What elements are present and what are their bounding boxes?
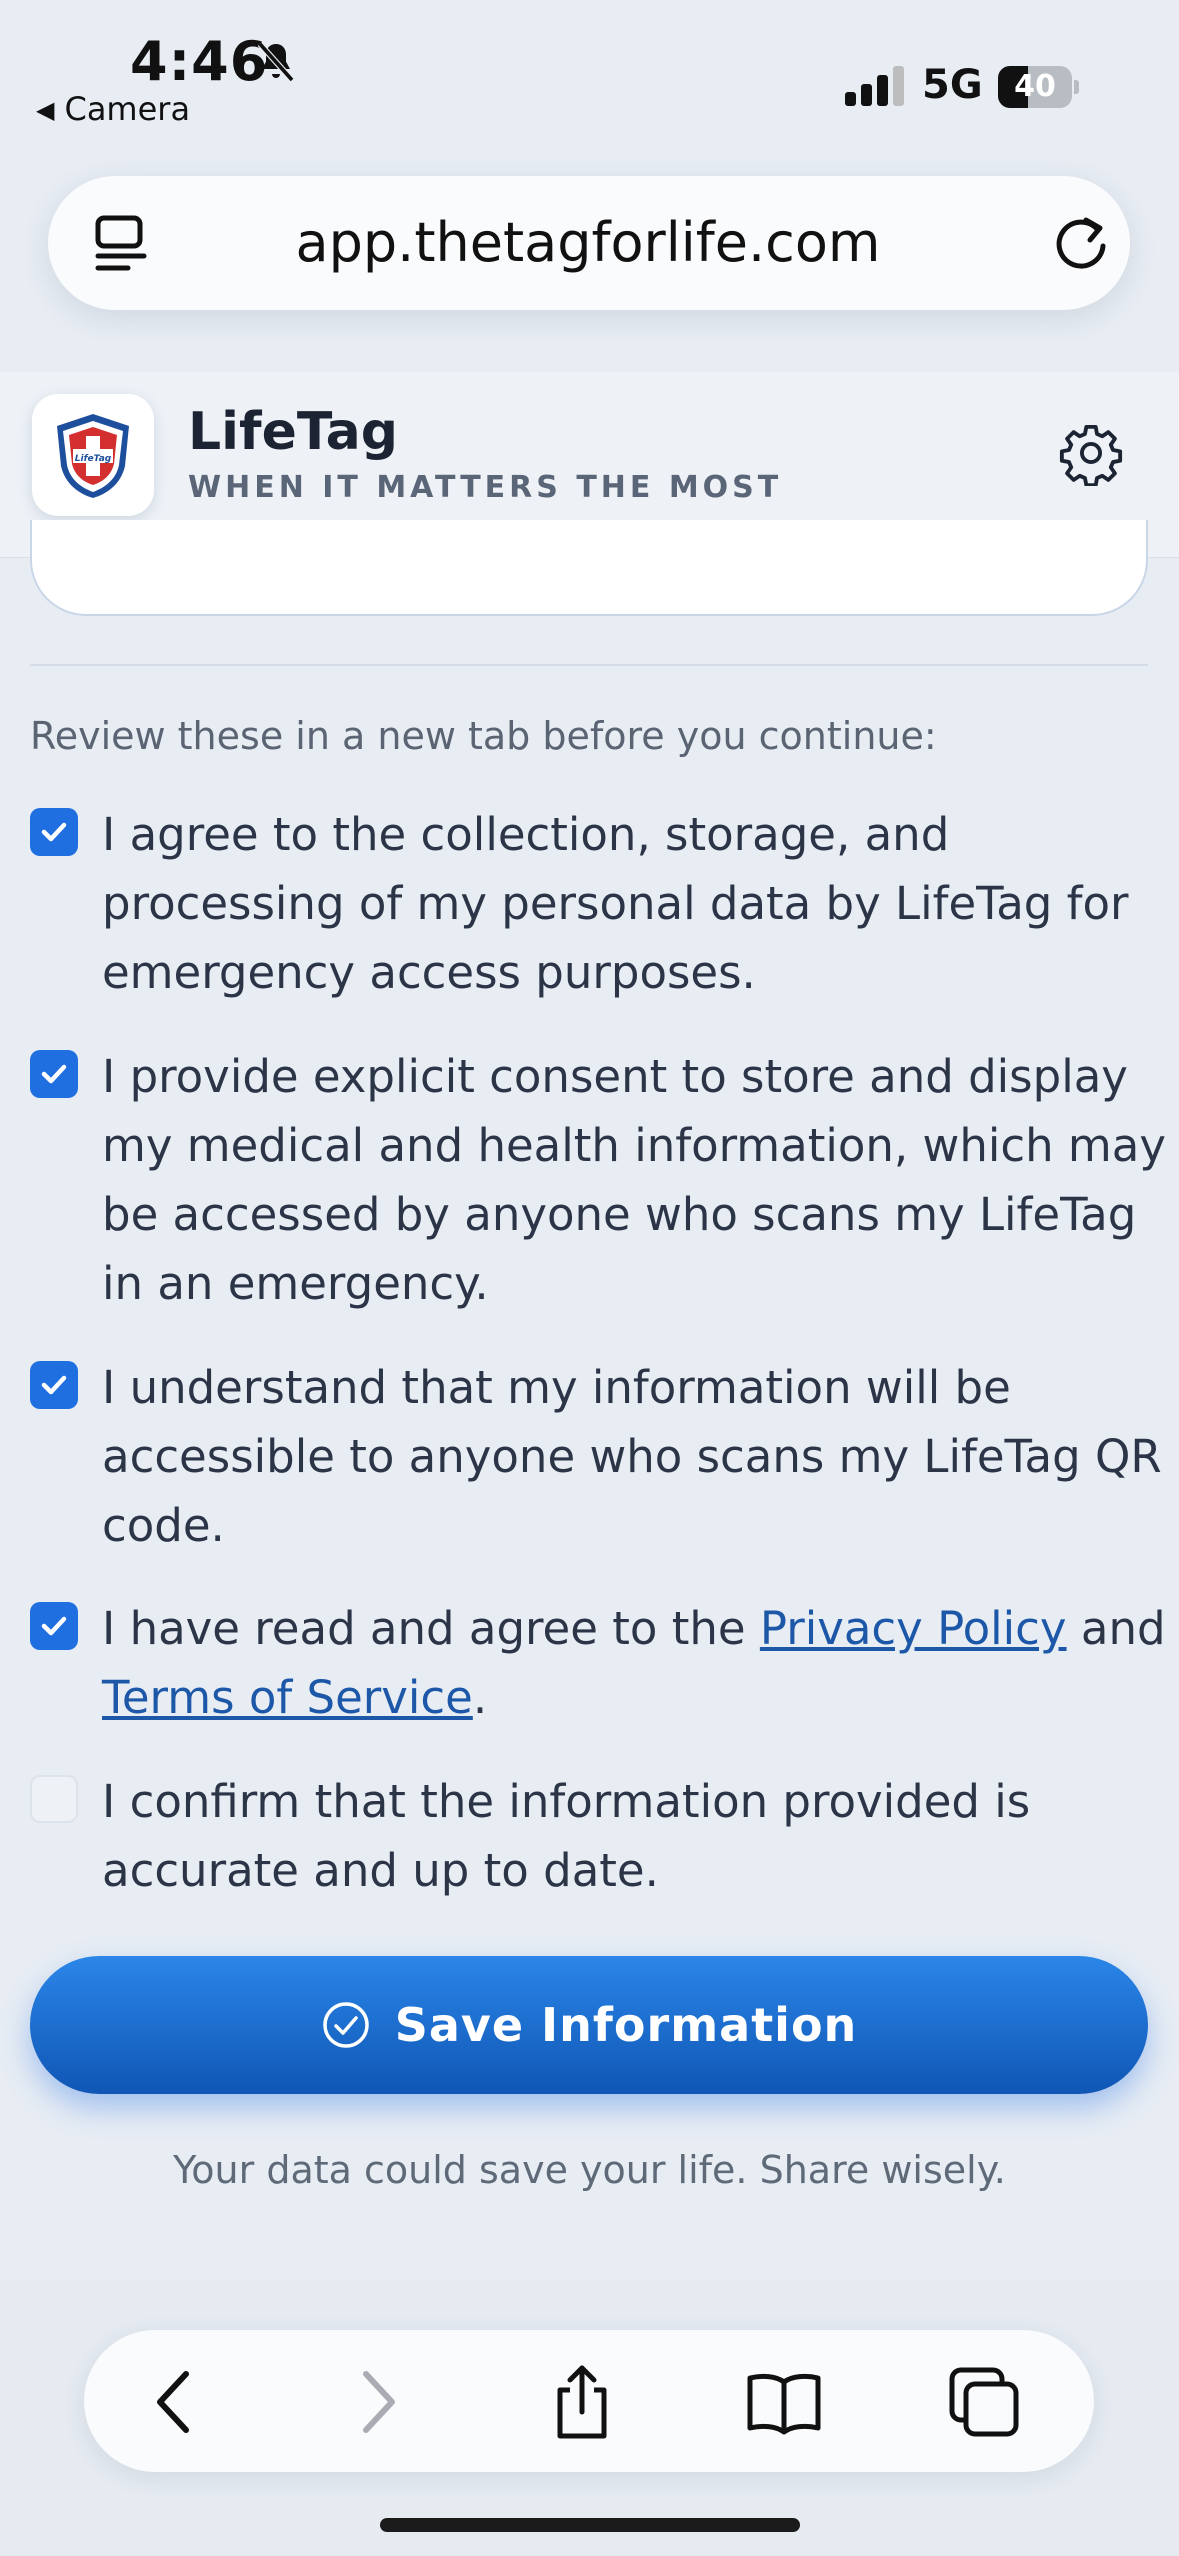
- consent-text-4-middle: and: [1066, 1602, 1166, 1655]
- cellular-signal-icon: [845, 66, 904, 106]
- consent-checkbox-4[interactable]: [30, 1602, 78, 1650]
- battery-icon: 40: [998, 66, 1079, 108]
- back-triangle-icon: ◀: [36, 96, 55, 124]
- lifetag-logo[interactable]: LifeTag: [32, 394, 154, 516]
- checkmark-icon: [41, 1375, 67, 1395]
- checkmark-icon: [41, 1064, 67, 1084]
- check-circle-icon: [322, 2002, 369, 2048]
- status-bar: 4:46 ◀ Camera 5G 40: [0, 0, 1179, 150]
- previous-card-bottom: [30, 520, 1148, 616]
- footer-note: Your data could save your life. Share wi…: [173, 2148, 1006, 2192]
- consent-text-5: I confirm that the information provided …: [102, 1775, 1031, 1897]
- review-instructions: Review these in a new tab before you con…: [30, 714, 937, 758]
- consent-text-1: I agree to the collection, storage, and …: [102, 808, 1129, 999]
- chevron-left-icon: [157, 2371, 189, 2433]
- bell-muted-icon: [257, 42, 295, 82]
- consent-text-4-before: I have read and agree to the: [102, 1602, 760, 1655]
- address-bar[interactable]: app.thetagforlife.com: [48, 176, 1130, 310]
- consent-checkbox-1[interactable]: [30, 808, 78, 856]
- brand-name: LifeTag: [188, 402, 398, 462]
- browser-toolbar: [84, 2330, 1094, 2472]
- home-indicator: [380, 2518, 800, 2532]
- tabs-icon: [949, 2367, 1019, 2437]
- page-menu-icon[interactable]: [88, 210, 154, 276]
- forward-button[interactable]: [334, 2360, 418, 2444]
- consent-text-4-after: .: [472, 1671, 488, 1724]
- save-button-label: Save Information: [394, 1998, 858, 2052]
- share-icon: [557, 2365, 607, 2439]
- terms-of-service-link[interactable]: Terms of Service: [102, 1671, 473, 1724]
- consent-text-4: I have read and agree to the Privacy Pol…: [102, 1594, 1179, 1732]
- bookmarks-button[interactable]: [742, 2360, 826, 2444]
- gear-icon[interactable]: [1058, 420, 1124, 486]
- reload-icon[interactable]: [1048, 210, 1114, 276]
- consent-checkbox-3[interactable]: [30, 1361, 78, 1409]
- consent-text-2: I provide explicit consent to store and …: [102, 1050, 1166, 1310]
- consent-checkbox-2[interactable]: [30, 1050, 78, 1098]
- save-information-button[interactable]: Save Information: [30, 1956, 1148, 2094]
- battery-level: 40: [1014, 69, 1056, 104]
- url-text[interactable]: app.thetagforlife.com: [198, 176, 978, 310]
- back-to-app-link[interactable]: ◀ Camera: [36, 90, 190, 128]
- brand-tagline: WHEN IT MATTERS THE MOST: [188, 470, 783, 505]
- svg-text:LifeTag: LifeTag: [75, 454, 112, 464]
- tabs-button[interactable]: [942, 2360, 1026, 2444]
- consent-checkbox-5[interactable]: [30, 1775, 78, 1823]
- section-divider: [30, 664, 1148, 666]
- network-type: 5G: [922, 62, 983, 108]
- status-time: 4:46: [130, 30, 269, 93]
- privacy-policy-link[interactable]: Privacy Policy: [760, 1602, 1067, 1655]
- consent-text-3: I understand that my information will be…: [102, 1361, 1162, 1552]
- shield-logo-icon: LifeTag: [57, 414, 129, 498]
- back-button[interactable]: [134, 2360, 218, 2444]
- book-icon: [747, 2373, 821, 2435]
- checkmark-icon: [41, 1616, 67, 1636]
- chevron-right-icon: [363, 2371, 395, 2433]
- back-app-label: Camera: [64, 90, 191, 128]
- share-button[interactable]: [540, 2360, 624, 2444]
- checkmark-icon: [41, 822, 67, 842]
